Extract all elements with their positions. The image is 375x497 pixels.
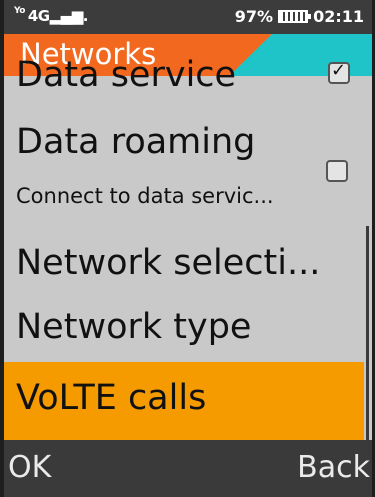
list-item-volte-calls[interactable]: VoLTE calls bbox=[4, 362, 364, 440]
network-indicator: Yo 4G▂▄▆. bbox=[14, 6, 89, 26]
battery-icon bbox=[278, 10, 312, 23]
network-type-label: 4G bbox=[27, 7, 50, 25]
softkey-bar: OK Back bbox=[4, 440, 372, 497]
list-item-label: VoLTE calls bbox=[16, 378, 207, 418]
data-roaming-checkbox[interactable] bbox=[326, 160, 348, 182]
settings-list: Data service Data roaming Connect to dat… bbox=[4, 55, 372, 497]
status-bar: Yo 4G▂▄▆. 97% 02:11 bbox=[4, 0, 372, 34]
volte-icon: Yo bbox=[14, 6, 25, 16]
list-item-network-selection[interactable]: Network selecti... bbox=[4, 231, 364, 301]
list-item-data-roaming[interactable]: Data roaming Connect to data servic... bbox=[4, 116, 364, 226]
status-right: 97% 02:11 bbox=[235, 7, 364, 26]
list-item-label: Network type bbox=[16, 307, 252, 347]
data-service-checkbox[interactable] bbox=[328, 60, 350, 84]
signal-icon: ▂▄▆. bbox=[49, 7, 89, 25]
list-item-label: Data service bbox=[16, 55, 237, 95]
list-item-network-type[interactable]: Network type bbox=[4, 301, 364, 371]
battery-percent: 97% bbox=[234, 7, 274, 26]
phone-screen: Yo 4G▂▄▆. 97% 02:11 Networks Data service… bbox=[4, 0, 372, 497]
list-item-label: Data roaming bbox=[16, 122, 256, 162]
list-item-data-service[interactable]: Data service bbox=[4, 55, 364, 98]
list-item-sublabel: Connect to data servic... bbox=[16, 184, 274, 208]
ok-softkey[interactable]: OK bbox=[8, 450, 51, 485]
clock: 02:11 bbox=[313, 7, 364, 26]
back-softkey[interactable]: Back bbox=[297, 450, 370, 485]
list-item-label: Network selecti... bbox=[16, 243, 321, 283]
